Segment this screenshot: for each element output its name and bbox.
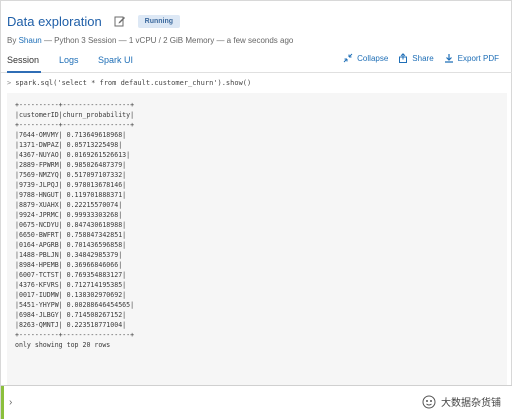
cell-output: +----------+-----------------+ |customer…: [7, 93, 507, 389]
tab-logs[interactable]: Logs: [59, 55, 79, 65]
session-actions: Collapse Share Export PDF: [343, 53, 499, 63]
meta-details: — Python 3 Session — 1 vCPU / 2 GiB Memo…: [41, 36, 294, 45]
watermark-text: 大数据杂货铺: [441, 398, 501, 409]
collapse-button[interactable]: Collapse: [343, 53, 388, 63]
output-table: +----------+-----------------+ |customer…: [15, 101, 135, 349]
share-label: Share: [412, 53, 434, 63]
code-cell: > spark.sql('select * from default.custom…: [7, 77, 507, 389]
share-icon: [399, 53, 408, 63]
session-header: Data exploration Running By Shaun — Pyth…: [7, 11, 505, 51]
cell-code: spark.sql('select * from default.custome…: [15, 79, 252, 87]
session-meta: By Shaun — Python 3 Session — 1 vCPU / 2…: [7, 36, 505, 45]
tab-session[interactable]: Session: [7, 55, 39, 65]
collapse-icon: [343, 53, 353, 63]
user-link[interactable]: Shaun: [19, 36, 42, 45]
tab-spark-ui[interactable]: Spark UI: [98, 55, 133, 65]
input-chevron-icon: ›: [9, 397, 13, 408]
download-icon: [444, 54, 453, 63]
watermark: 大数据杂货铺: [422, 394, 501, 409]
status-badge: Running: [137, 14, 181, 28]
session-window: Data exploration Running By Shaun — Pyth…: [0, 0, 512, 419]
export-pdf-label: Export PDF: [457, 53, 499, 63]
session-title: Data exploration: [7, 13, 102, 29]
cell-prompt: >: [7, 79, 12, 87]
cell-input[interactable]: > spark.sql('select * from default.custom…: [7, 79, 251, 91]
share-button[interactable]: Share: [398, 53, 434, 63]
wechat-logo-icon: [422, 395, 436, 408]
meta-prefix: By: [7, 36, 17, 45]
active-tab-indicator: [7, 71, 41, 73]
export-pdf-button[interactable]: Export PDF: [444, 53, 499, 63]
edit-icon[interactable]: [114, 15, 126, 27]
title-row: Data exploration Running: [7, 11, 505, 31]
collapse-label: Collapse: [357, 53, 389, 63]
input-gutter: [1, 386, 4, 419]
